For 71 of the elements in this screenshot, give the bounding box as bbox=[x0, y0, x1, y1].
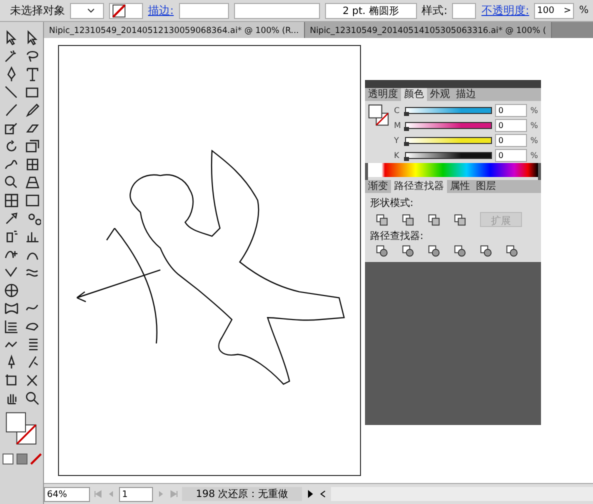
percent-label: % bbox=[530, 106, 538, 114]
stroke-link[interactable]: 描边: bbox=[148, 3, 174, 18]
percent-label: % bbox=[530, 120, 538, 130]
opacity-unit: % bbox=[579, 5, 589, 16]
shape-mode-icon[interactable] bbox=[428, 214, 440, 226]
scroll-left-icon[interactable] bbox=[318, 489, 328, 499]
color-spectrum-bar[interactable] bbox=[368, 163, 538, 180]
artboard-dropdown[interactable]: 1 bbox=[119, 486, 153, 502]
stroke-weight-field[interactable] bbox=[178, 2, 229, 18]
status-text: 198 次还原：无重做 bbox=[182, 487, 302, 501]
document-tab[interactable]: Nipic_12310549_20140514105305063316.ai* @ 100% ( bbox=[304, 22, 552, 38]
shape-mode-icon[interactable] bbox=[402, 214, 414, 226]
color-slider[interactable] bbox=[405, 122, 492, 128]
panel-tab[interactable]: 颜色 bbox=[401, 88, 427, 101]
percent-label: % bbox=[530, 150, 538, 160]
shape-mode-icon[interactable] bbox=[454, 214, 466, 226]
panel-tab[interactable]: 图层 bbox=[473, 180, 499, 193]
document-tab[interactable]: Nipic_12310549_20140512130059068364.ai* @ 100% (R... bbox=[44, 22, 305, 38]
panel-tab[interactable]: 渐变 bbox=[365, 180, 391, 193]
channel-label: C bbox=[394, 106, 401, 114]
panel-tab[interactable]: 描边 bbox=[453, 88, 479, 101]
line-segment-icon[interactable] bbox=[2, 84, 20, 101]
zoom-icon[interactable] bbox=[24, 390, 40, 407]
channel-value-field[interactable]: 0 bbox=[495, 118, 528, 132]
stroke-dropdown[interactable] bbox=[109, 2, 143, 18]
channel-value-field[interactable]: 0 bbox=[495, 104, 528, 116]
play-arrow-icon[interactable] bbox=[305, 489, 315, 499]
panel-tab[interactable]: 路径查找器 bbox=[391, 180, 447, 193]
channel-value-field[interactable]: 0 bbox=[495, 134, 528, 146]
pencil-icon[interactable] bbox=[24, 102, 40, 119]
caret-icon bbox=[87, 8, 95, 14]
scale-icon[interactable] bbox=[24, 138, 40, 155]
color-slider[interactable] bbox=[405, 136, 492, 144]
brush-dropdown[interactable]: 2 pt. 椭圆形 bbox=[324, 2, 417, 18]
slider-thumb[interactable] bbox=[404, 126, 409, 130]
slider-thumb[interactable] bbox=[404, 112, 409, 116]
perspective-grid-icon[interactable] bbox=[24, 174, 40, 191]
channel-value-field[interactable]: 0 bbox=[495, 148, 528, 162]
opacity-arrow[interactable]: > bbox=[564, 6, 572, 16]
channel-label: M bbox=[394, 120, 402, 130]
channel-label: K bbox=[394, 150, 400, 160]
pathfinders-title: 路径查找器: bbox=[370, 230, 424, 243]
gradient-mode-icon[interactable] bbox=[16, 453, 28, 465]
channel-label: Y bbox=[394, 136, 400, 144]
grid-graph-icon[interactable] bbox=[2, 318, 20, 335]
pathfinder-icon[interactable] bbox=[428, 245, 440, 257]
slider-thumb[interactable] bbox=[404, 156, 409, 160]
pathfinder-icon[interactable] bbox=[376, 245, 388, 257]
none-mode-icon[interactable] bbox=[30, 453, 42, 465]
pathfinder-icon[interactable] bbox=[402, 245, 414, 257]
pathfinder-icon[interactable] bbox=[506, 245, 518, 257]
no-stroke-icon bbox=[112, 4, 126, 18]
pathfinder-icon[interactable] bbox=[480, 245, 492, 257]
selection-label: 未选择对象 bbox=[10, 3, 65, 18]
opacity-link[interactable]: 不透明度: bbox=[481, 3, 530, 18]
shape-modes-title: 形状模式: bbox=[370, 196, 414, 210]
pathfinder-icon[interactable] bbox=[454, 245, 466, 257]
zoom-dropdown[interactable]: 64% bbox=[44, 486, 90, 502]
slider-thumb[interactable] bbox=[404, 142, 409, 146]
style-label: 样式: bbox=[422, 3, 448, 18]
percent-label: % bbox=[530, 136, 538, 144]
color-slider[interactable] bbox=[405, 106, 492, 114]
color-slider[interactable] bbox=[405, 152, 492, 158]
mesh-icon[interactable] bbox=[2, 192, 20, 209]
panel-tab[interactable]: 透明度 bbox=[365, 88, 401, 101]
panel-tab[interactable]: 外观 bbox=[427, 88, 453, 101]
panel-tab[interactable]: 属性 bbox=[447, 180, 473, 193]
fill-stroke-swatch-icon[interactable] bbox=[368, 104, 390, 128]
shape-mode-icon[interactable] bbox=[376, 214, 388, 226]
color-mode-icon[interactable] bbox=[2, 453, 14, 465]
opacity-field[interactable]: 100 > bbox=[534, 2, 574, 18]
